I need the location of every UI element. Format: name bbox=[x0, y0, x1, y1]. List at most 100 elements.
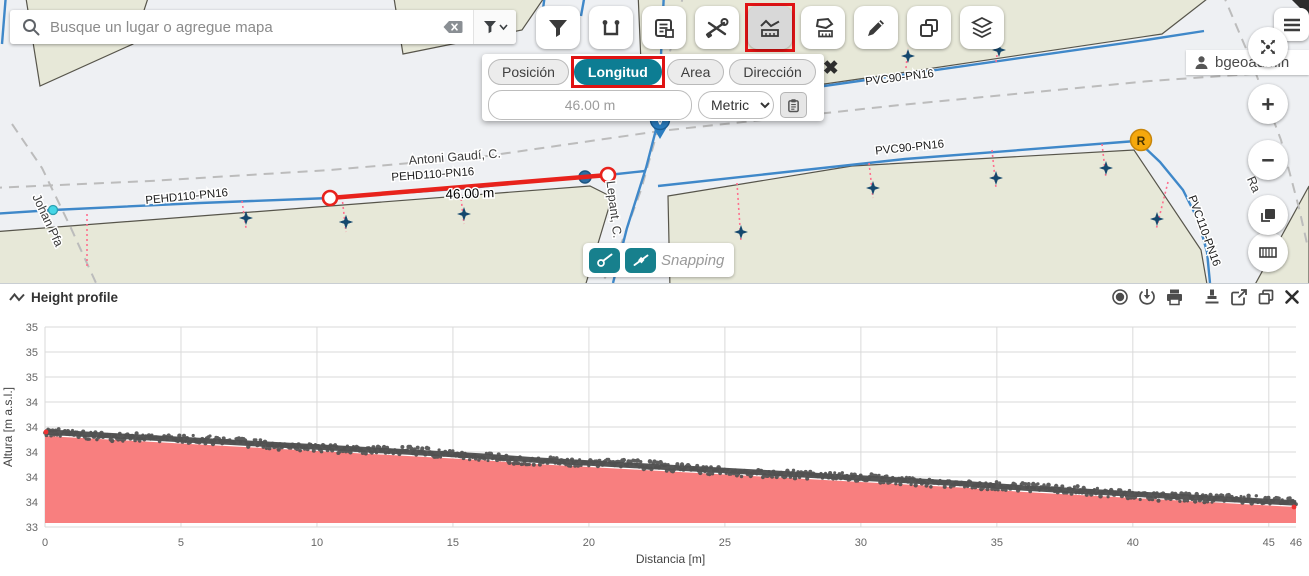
basemap-icon bbox=[1258, 205, 1278, 225]
height-profile-tool-button[interactable] bbox=[748, 6, 792, 49]
search-filter-button[interactable] bbox=[473, 10, 516, 44]
svg-text:35: 35 bbox=[991, 537, 1003, 549]
profile-title: Height profile bbox=[31, 290, 118, 305]
stamp-export-button[interactable] bbox=[1203, 288, 1221, 306]
measure-value-input[interactable] bbox=[488, 90, 692, 120]
measure-popup: Posición Longitud Area Dirección ✖ Metri… bbox=[482, 54, 824, 121]
svg-text:34: 34 bbox=[26, 447, 38, 459]
layers-icon bbox=[969, 15, 995, 41]
circle-marker-icon bbox=[1111, 288, 1129, 306]
svg-text:34: 34 bbox=[26, 497, 38, 509]
close-profile-button[interactable] bbox=[1284, 289, 1300, 305]
svg-text:45: 45 bbox=[1263, 537, 1275, 549]
svg-text:35: 35 bbox=[26, 347, 38, 359]
hamburger-icon bbox=[1283, 18, 1301, 32]
zoom-out-button[interactable]: − bbox=[1248, 140, 1288, 180]
snap-to-edge-button[interactable] bbox=[625, 248, 656, 273]
profile-actions bbox=[1111, 288, 1300, 306]
chevron-down-icon bbox=[499, 24, 508, 31]
svg-text:34: 34 bbox=[26, 422, 38, 434]
copy-to-clipboard-button[interactable] bbox=[780, 92, 807, 118]
snap-to-node-button[interactable] bbox=[589, 248, 620, 273]
scale-bar-button[interactable] bbox=[1248, 232, 1288, 272]
svg-text:25: 25 bbox=[719, 537, 731, 549]
active-tool-highlight bbox=[745, 3, 795, 52]
snapping-bar: Snapping bbox=[583, 243, 734, 277]
duplicate-view-tool-button[interactable] bbox=[907, 6, 951, 49]
svg-text:Altura [m a.s.l.]: Altura [m a.s.l.] bbox=[1, 387, 15, 467]
crosshair-icon bbox=[1257, 36, 1279, 58]
plus-icon: + bbox=[1261, 93, 1274, 116]
close-popup-button[interactable]: ✖ bbox=[821, 59, 841, 78]
circle-marker-button[interactable] bbox=[1111, 288, 1129, 306]
ruler-icon bbox=[1258, 244, 1278, 260]
unit-select[interactable]: Metric bbox=[698, 91, 774, 119]
funnel-icon bbox=[483, 20, 497, 34]
svg-text:40: 40 bbox=[1127, 537, 1139, 549]
project-form-tool-button[interactable] bbox=[642, 6, 686, 49]
stamp-icon bbox=[1203, 288, 1221, 306]
clipboard-icon bbox=[787, 98, 800, 113]
svg-text:34: 34 bbox=[26, 397, 38, 409]
measure-value-row: Metric bbox=[488, 90, 818, 120]
map-section: V R PEHD110-PN16 PEHD110-PN16 PVC90-PN16… bbox=[0, 0, 1309, 283]
regulator-marker: R bbox=[1131, 130, 1152, 151]
tab-posicion[interactable]: Posición bbox=[488, 59, 569, 85]
svg-text:34: 34 bbox=[26, 472, 38, 484]
search-bar bbox=[10, 10, 516, 44]
tab-longitud[interactable]: Longitud bbox=[574, 59, 662, 85]
download-icon bbox=[1138, 288, 1156, 306]
user-badge[interactable]: bgeoadmin bbox=[1186, 50, 1309, 75]
svg-text:0: 0 bbox=[42, 537, 48, 549]
search-input[interactable] bbox=[48, 18, 433, 37]
toolbox-tool-button[interactable] bbox=[695, 6, 739, 49]
svg-text:10: 10 bbox=[311, 537, 323, 549]
tools-icon bbox=[704, 16, 730, 40]
filter-tool-button[interactable] bbox=[536, 6, 580, 49]
measure-surface-tool-button[interactable] bbox=[801, 6, 845, 49]
height-profile-panel: Height profile bbox=[0, 283, 1309, 576]
minus-icon: − bbox=[1261, 149, 1274, 172]
tab-direccion[interactable]: Dirección bbox=[729, 59, 815, 85]
surface-measure-icon bbox=[811, 16, 835, 40]
gis-application: V R PEHD110-PN16 PEHD110-PN16 PVC90-PN16… bbox=[0, 0, 1309, 576]
svg-text:15: 15 bbox=[447, 537, 459, 549]
snap-edge-icon bbox=[632, 252, 650, 268]
form-icon bbox=[652, 16, 676, 40]
basemap-switcher-button[interactable] bbox=[1248, 195, 1288, 235]
profile-header: Height profile bbox=[0, 284, 1309, 310]
open-external-button[interactable] bbox=[1230, 288, 1248, 306]
height-profile-chart[interactable]: 35353534343434343305101520253035404546Di… bbox=[0, 310, 1309, 576]
layers-tool-button[interactable] bbox=[960, 6, 1004, 49]
svg-text:30: 30 bbox=[855, 537, 867, 549]
perimeter-icon bbox=[599, 16, 623, 40]
filter-icon bbox=[546, 16, 570, 40]
svg-text:46: 46 bbox=[1290, 537, 1302, 549]
pencil-icon bbox=[864, 16, 888, 40]
measure-perimeter-tool-button[interactable] bbox=[589, 6, 633, 49]
measurement-length-label: 46.00 m bbox=[445, 185, 494, 202]
locate-position-button[interactable] bbox=[1248, 27, 1288, 67]
snap-node-icon bbox=[596, 252, 614, 268]
draw-tool-button[interactable] bbox=[854, 6, 898, 49]
svg-text:20: 20 bbox=[583, 537, 595, 549]
profile-zigzag-icon bbox=[9, 291, 25, 303]
search-icon bbox=[10, 18, 48, 36]
open-external-icon bbox=[1230, 288, 1248, 306]
measure-tabs: Posición Longitud Area Dirección ✖ bbox=[488, 59, 818, 85]
zoom-in-button[interactable]: + bbox=[1248, 84, 1288, 124]
svg-text:R: R bbox=[1137, 134, 1146, 148]
svg-text:35: 35 bbox=[26, 322, 38, 334]
tab-area[interactable]: Area bbox=[667, 59, 725, 85]
snapping-label: Snapping bbox=[661, 252, 724, 269]
user-icon bbox=[1194, 55, 1209, 70]
copy-icon bbox=[1257, 288, 1275, 306]
clear-search-icon[interactable] bbox=[433, 20, 473, 34]
print-profile-button[interactable] bbox=[1165, 288, 1184, 306]
height-profile-icon bbox=[758, 16, 782, 40]
duplicate-panel-button[interactable] bbox=[1257, 288, 1275, 306]
download-profile-button[interactable] bbox=[1138, 288, 1156, 306]
active-tab-highlight: Longitud bbox=[571, 56, 665, 88]
map-toolbar bbox=[536, 6, 1004, 49]
close-icon bbox=[1284, 289, 1300, 305]
